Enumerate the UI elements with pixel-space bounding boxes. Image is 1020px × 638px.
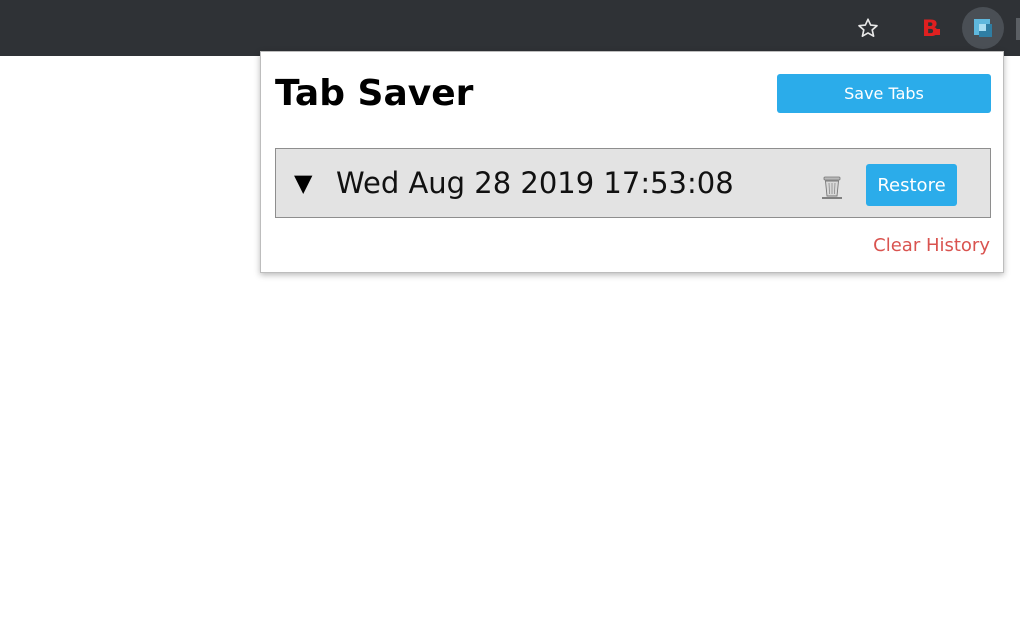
page-title: Tab Saver bbox=[275, 73, 474, 114]
restore-button[interactable]: Restore bbox=[866, 164, 957, 206]
tab-saver-popup: Tab Saver Save Tabs ▼ Wed Aug 28 2019 17… bbox=[260, 51, 1004, 273]
collapse-toggle-icon[interactable]: ▼ bbox=[294, 168, 312, 198]
tab-saver-extension-icon[interactable] bbox=[962, 7, 1004, 49]
session-row[interactable]: ▼ Wed Aug 28 2019 17:53:08 Restore bbox=[275, 148, 991, 218]
b-extension-icon[interactable]: B bbox=[911, 8, 951, 48]
toolbar-divider bbox=[1016, 18, 1020, 40]
trash-icon[interactable] bbox=[818, 172, 846, 200]
session-date: Wed Aug 28 2019 17:53:08 bbox=[336, 166, 734, 200]
save-tabs-button[interactable]: Save Tabs bbox=[777, 74, 991, 113]
browser-toolbar: B bbox=[0, 0, 1020, 56]
clear-history-link[interactable]: Clear History bbox=[873, 235, 990, 256]
star-icon[interactable] bbox=[848, 8, 888, 48]
